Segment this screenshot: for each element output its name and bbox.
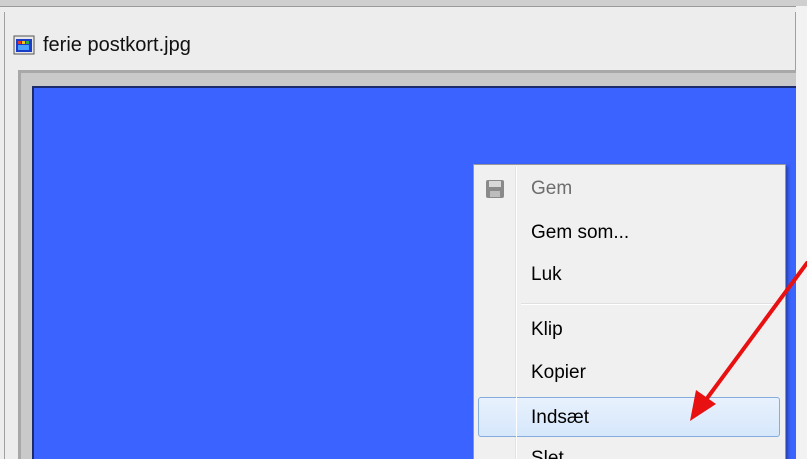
window-right-gutter bbox=[796, 6, 807, 459]
menu-separator bbox=[521, 303, 779, 305]
menu-item-label: Slet bbox=[531, 448, 564, 459]
menu-item-label: Klip bbox=[531, 319, 563, 340]
menu-item-label: Gem bbox=[531, 178, 573, 199]
menu-item-klip[interactable]: Klip bbox=[478, 312, 780, 348]
menu-item-luk[interactable]: Luk bbox=[478, 257, 780, 293]
window-left-border bbox=[4, 12, 5, 459]
window-title: ferie postkort.jpg bbox=[43, 33, 191, 56]
screenshot: ferie postkort.jpg Gem Gem som... Luk Kl… bbox=[0, 0, 807, 459]
image-file-icon bbox=[13, 35, 35, 55]
context-menu: Gem Gem som... Luk Klip Kopier Indsæt Sl… bbox=[473, 164, 786, 459]
menu-item-label: Luk bbox=[531, 264, 562, 285]
window-titlebar: ferie postkort.jpg bbox=[5, 24, 795, 66]
menu-item-gem[interactable]: Gem bbox=[478, 171, 780, 207]
menu-item-label: Kopier bbox=[531, 362, 586, 383]
menu-item-gem-som[interactable]: Gem som... bbox=[478, 215, 780, 251]
menu-item-kopier[interactable]: Kopier bbox=[478, 355, 780, 391]
menu-item-label: Indsæt bbox=[531, 407, 590, 428]
menu-item-indsaet[interactable]: Indsæt bbox=[478, 397, 780, 437]
menu-item-slet[interactable]: Slet bbox=[478, 441, 780, 459]
floppy-disk-icon bbox=[486, 180, 504, 198]
menu-item-label: Gem som... bbox=[531, 222, 630, 243]
